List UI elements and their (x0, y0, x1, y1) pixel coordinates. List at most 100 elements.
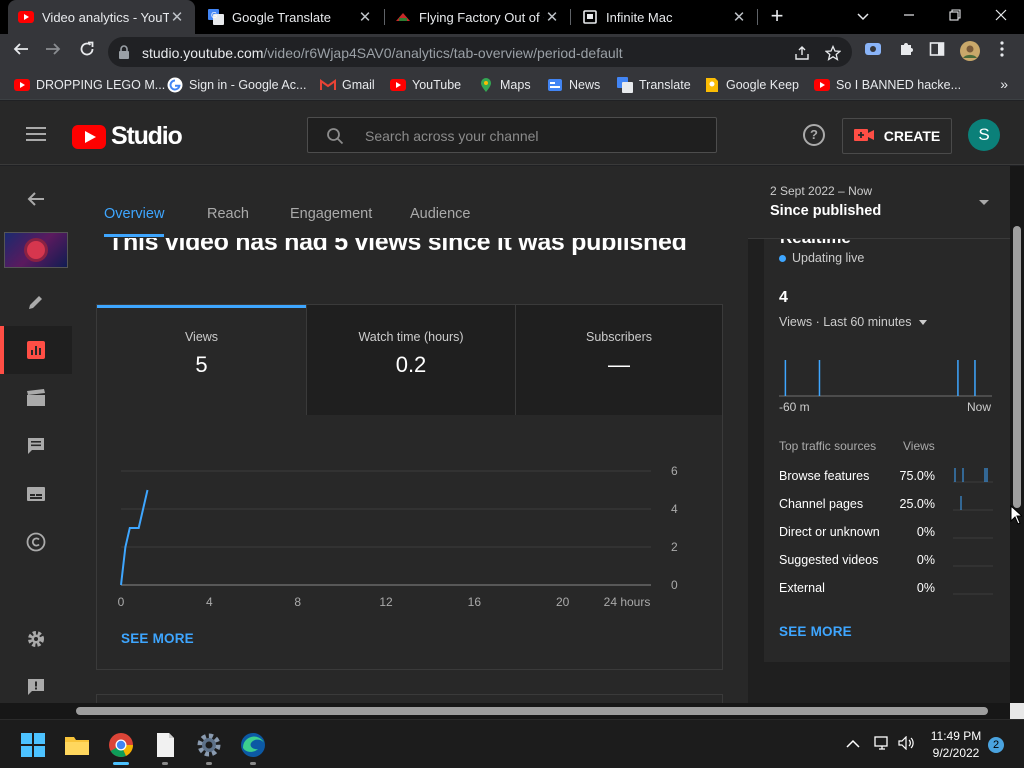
bookmark-label: YouTube (412, 78, 462, 92)
studio-logo[interactable]: Studio (72, 122, 183, 151)
account-avatar[interactable]: S (968, 119, 1000, 151)
close-tab-icon[interactable]: ✕ (544, 8, 560, 26)
metric-subscribers[interactable]: Subscribers — (515, 305, 722, 415)
google-translate-favicon-icon: G (208, 9, 224, 25)
rail-item-copyright[interactable] (0, 518, 72, 566)
tab-engagement[interactable]: Engagement (290, 206, 372, 222)
metric-label: Subscribers (586, 330, 652, 344)
minimize-window-icon[interactable] (898, 5, 920, 27)
close-tab-icon[interactable]: ✕ (357, 8, 373, 26)
extensions-puzzle-icon[interactable] (896, 41, 916, 61)
new-tab-button[interactable]: + (766, 5, 788, 28)
back-to-content-button[interactable] (0, 175, 72, 223)
create-button[interactable]: CREATE (842, 118, 952, 154)
bookmark-item[interactable]: Translate (617, 77, 691, 93)
traffic-source-row: Browse features 75.0% (779, 466, 997, 486)
tab-video-analytics[interactable]: Video analytics - YouTube Studio ✕ (8, 0, 195, 34)
url-text: studio.youtube.com/video/r6Wjap4SAV0/ana… (142, 45, 623, 61)
show-hidden-icons-icon[interactable] (846, 736, 860, 753)
screen-cast-extension-icon[interactable] (863, 41, 883, 61)
bookmark-star-icon[interactable] (824, 44, 842, 61)
scrollbar-thumb[interactable] (1013, 226, 1021, 508)
realtime-see-more-button[interactable]: SEE MORE (779, 624, 852, 639)
browser-menu-icon[interactable] (992, 41, 1012, 61)
search-placeholder: Search across your channel (365, 128, 539, 144)
volume-icon[interactable] (898, 735, 916, 754)
bookmark-item[interactable]: YouTube (390, 77, 461, 93)
close-tab-icon[interactable]: ✕ (731, 8, 747, 26)
bookmark-label: Sign in - Google Ac... (189, 78, 307, 92)
tab-reach[interactable]: Reach (207, 206, 249, 222)
analytics-tabs: Overview Reach Engagement Audience (72, 166, 748, 238)
google-translate-icon (617, 77, 633, 93)
tab-search-icon[interactable] (852, 5, 874, 27)
bookmark-item[interactable]: DROPPING LEGO M... (14, 77, 165, 93)
system-clock[interactable]: 11:49 PM 9/2/2022 (920, 728, 992, 762)
mouse-cursor-icon (1010, 505, 1022, 525)
bookmark-item[interactable]: News (547, 77, 600, 93)
metric-watch-time[interactable]: Watch time (hours) 0.2 (306, 305, 515, 415)
rail-item-subtitles[interactable] (0, 470, 72, 518)
bookmark-item[interactable]: Google Keep (704, 77, 799, 93)
restore-window-icon[interactable] (944, 5, 966, 27)
period-selector[interactable]: 2 Sept 2022 – Now Since published (748, 166, 1010, 239)
vertical-scrollbar[interactable] (1010, 166, 1024, 703)
scrollbar-thumb[interactable] (76, 707, 988, 715)
back-arrow-icon (27, 192, 44, 206)
rail-item-analytics[interactable] (0, 326, 72, 374)
close-window-icon[interactable] (990, 5, 1012, 27)
horizontal-scrollbar[interactable] (72, 703, 1010, 719)
rail-item-comments[interactable] (0, 422, 72, 470)
network-icon[interactable] (874, 736, 890, 754)
tab-infinite-mac[interactable]: Infinite Mac ✕ (572, 0, 757, 34)
traffic-source-row: Direct or unknown 0% (779, 522, 997, 542)
reload-icon[interactable] (76, 41, 98, 63)
tab-overview[interactable]: Overview (104, 206, 165, 237)
bookmark-item[interactable]: Maps (478, 77, 531, 93)
bookmark-item[interactable]: Sign in - Google Ac... (167, 77, 306, 93)
subtitles-icon (27, 487, 45, 501)
realtime-metric-select[interactable]: Views · Last 60 minutes (779, 315, 928, 329)
tab-audience[interactable]: Audience (410, 206, 470, 222)
running-app-indicator (250, 762, 256, 765)
notification-badge[interactable]: 2 (988, 737, 1004, 753)
traffic-source-value: 0% (916, 581, 935, 595)
rail-item-editor[interactable] (0, 374, 72, 422)
metric-views[interactable]: Views 5 (97, 305, 306, 415)
back-arrow-icon[interactable] (10, 41, 32, 63)
traffic-source-sparkline (953, 496, 993, 511)
tab-flying-factory[interactable]: Flying Factory Out of Control ✕ (385, 0, 570, 34)
help-icon[interactable]: ? (803, 124, 825, 146)
bookmark-item[interactable]: So I BANNED hacke... (814, 77, 961, 93)
create-label: CREATE (883, 128, 941, 144)
forward-arrow-icon[interactable] (42, 41, 64, 63)
chrome-icon[interactable] (108, 732, 134, 758)
tab-google-translate[interactable]: G Google Translate ✕ (198, 0, 383, 34)
side-panel-icon[interactable] (927, 41, 947, 61)
traffic-source-value: 0% (916, 553, 935, 567)
more-bookmarks-button[interactable]: » (1000, 76, 1008, 92)
bookmark-item[interactable]: Gmail (320, 77, 375, 93)
rail-item-settings[interactable] (0, 615, 72, 663)
settings-gear-icon[interactable] (196, 732, 222, 758)
views-line-series (120, 489, 149, 586)
hamburger-menu-icon[interactable] (26, 127, 46, 141)
gear-icon (28, 631, 44, 647)
edge-icon[interactable] (240, 732, 266, 758)
close-tab-icon[interactable]: ✕ (169, 8, 185, 26)
share-icon[interactable] (794, 45, 810, 61)
pencil-icon (29, 296, 42, 309)
rail-item-details[interactable] (0, 278, 72, 326)
overview-card: Views 5 Watch time (hours) 0.2 Subscribe… (96, 304, 723, 670)
address-bar[interactable]: studio.youtube.com/video/r6Wjap4SAV0/ana… (108, 37, 852, 67)
see-more-button[interactable]: SEE MORE (121, 631, 194, 646)
bookmark-label: Maps (500, 78, 531, 92)
file-explorer-icon[interactable] (64, 732, 90, 758)
notepad-icon[interactable] (152, 732, 178, 758)
video-thumbnail[interactable] (4, 232, 68, 268)
channel-search-input[interactable]: Search across your channel (307, 117, 717, 153)
bookmark-label: DROPPING LEGO M... (36, 78, 166, 92)
profile-avatar-icon[interactable] (960, 41, 980, 61)
x-tick-label: 12 (379, 595, 393, 609)
windows-start-icon[interactable] (20, 732, 46, 758)
